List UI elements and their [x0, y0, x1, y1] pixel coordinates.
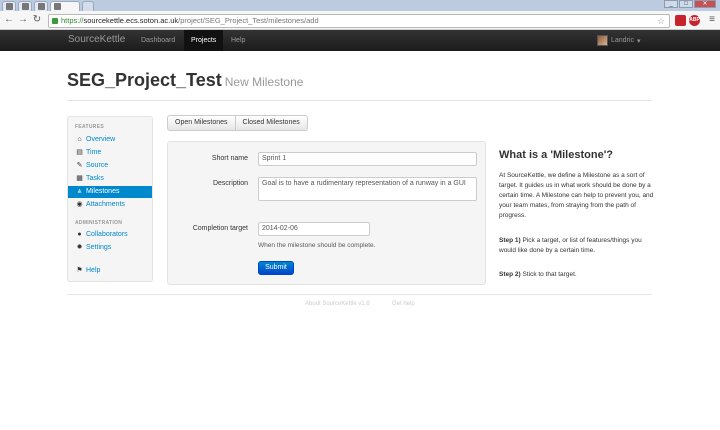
- sidebar-item-label: Settings: [86, 244, 112, 251]
- file-icon: ▦: [76, 175, 83, 182]
- browser-tab-strip: _ □ ✕: [0, 0, 720, 11]
- browser-tab[interactable]: [18, 1, 32, 11]
- extension-icon[interactable]: [675, 15, 686, 26]
- sidebar-item-label: Overview: [86, 136, 116, 143]
- app-navbar: SourceKettle Dashboard Projects Help Lan…: [0, 30, 720, 51]
- footer-help-link[interactable]: Get help: [392, 301, 415, 307]
- sidebar-item-overview[interactable]: ⌂ Overview: [68, 134, 152, 146]
- step-1-label: Step 1): [499, 237, 521, 244]
- sidebar-header-features: FEATURES: [75, 124, 104, 130]
- sidebar-item-collaborators[interactable]: ● Collaborators: [68, 229, 152, 241]
- completion-target-help: When the milestone should be complete.: [258, 242, 376, 249]
- step-1-text: Pick a target, or list of features/thing…: [499, 237, 642, 254]
- nav-projects[interactable]: Projects: [184, 30, 224, 51]
- reload-icon[interactable]: ↻: [31, 14, 43, 26]
- sidebar-item-help[interactable]: ⚑ Help: [68, 265, 152, 277]
- nav-dashboard[interactable]: Dashboard: [134, 30, 182, 51]
- short-name-input[interactable]: Sprint 1: [258, 152, 477, 166]
- window-controls: _ □ ✕: [664, 0, 716, 9]
- user-icon: ●: [77, 231, 82, 238]
- flag-icon: ⚑: [76, 267, 83, 274]
- sidebar-item-label: Help: [86, 267, 101, 274]
- page-title: SEG_Project_Test New Milestone: [67, 70, 303, 91]
- maximize-button[interactable]: □: [679, 0, 693, 8]
- forward-icon[interactable]: →: [17, 14, 29, 26]
- tab-favicon-icon: [38, 3, 45, 10]
- new-tab-button[interactable]: [82, 1, 94, 11]
- browser-toolbar: ← → ↻ https://sourcekettle.ecs.soton.ac.…: [0, 11, 720, 30]
- step-2-label: Step 2): [499, 271, 521, 278]
- completion-target-input[interactable]: 2014-02-06: [258, 222, 370, 236]
- project-name: SEG_Project_Test: [67, 70, 222, 90]
- sidebar-item-label: Milestones: [86, 188, 120, 195]
- tab-closed-milestones[interactable]: Closed Milestones: [235, 115, 308, 131]
- sidebar-item-tasks[interactable]: ▦ Tasks: [68, 173, 152, 185]
- sidebar-header-administration: ADMINISTRATION: [75, 220, 123, 226]
- browser-menu-icon[interactable]: ≡: [709, 14, 715, 25]
- description-textarea[interactable]: Goal is to have a rudimentary representa…: [258, 177, 477, 201]
- lock-icon: [52, 18, 58, 24]
- bookmark-star-icon[interactable]: ☆: [657, 15, 665, 27]
- tab-favicon-icon: [6, 3, 13, 10]
- project-sidebar: FEATURES ⌂ Overview ▤ Time ✎ Source ▦ Tasks …: [67, 116, 153, 282]
- sidebar-item-source[interactable]: ✎ Source: [68, 160, 152, 172]
- adblock-plus-icon[interactable]: ABP: [689, 15, 700, 26]
- page-subtitle: New Milestone: [224, 75, 304, 89]
- help-intro: At SourceKettle, we define a Milestone a…: [499, 172, 654, 219]
- user-menu[interactable]: Landric ▾: [597, 35, 640, 46]
- tab-open-milestones[interactable]: Open Milestones: [167, 115, 236, 131]
- sidebar-item-time[interactable]: ▤ Time: [68, 147, 152, 159]
- nav-help[interactable]: Help: [224, 30, 252, 51]
- submit-button[interactable]: Submit: [258, 261, 294, 275]
- sidebar-item-label: Time: [86, 149, 102, 156]
- github-icon: [22, 3, 29, 10]
- caret-down-icon: ▾: [636, 37, 641, 45]
- help-title: What is a 'Milestone'?: [499, 149, 614, 161]
- url-path: /project/SEG_Project_Test/milestones/add: [178, 16, 319, 25]
- cog-icon: ✹: [76, 244, 83, 251]
- milestone-form: Short name Sprint 1 Description Goal is …: [167, 141, 486, 285]
- sidebar-item-settings[interactable]: ✹ Settings: [68, 242, 152, 254]
- footer-divider: [67, 294, 652, 295]
- url-scheme: https://: [61, 16, 84, 25]
- step-2-text: Stick to that target.: [522, 271, 577, 278]
- back-icon[interactable]: ←: [3, 14, 15, 26]
- disc-icon: ◉: [76, 201, 83, 208]
- header-divider: [67, 100, 652, 101]
- url-host: sourcekettle.ecs.soton.ac.uk: [83, 16, 179, 25]
- sidebar-item-attachments[interactable]: ◉ Attachments: [68, 199, 152, 211]
- pencil-icon: ✎: [76, 162, 83, 169]
- browser-tab[interactable]: [34, 1, 48, 11]
- sourcekettle-favicon-icon: [54, 3, 61, 10]
- sidebar-item-label: Tasks: [86, 175, 104, 182]
- road-icon: ⩓: [77, 188, 82, 195]
- sidebar-item-label: Collaborators: [86, 231, 128, 238]
- sidebar-item-milestones[interactable]: ⩓ Milestones: [68, 186, 152, 198]
- completion-target-label: Completion target: [192, 225, 248, 232]
- brand-logo[interactable]: SourceKettle: [68, 34, 125, 45]
- footer-about-link[interactable]: About SourceKettle v1.6: [305, 301, 370, 307]
- milestone-tabs: Open Milestones Closed Milestones: [167, 115, 308, 131]
- minimize-button[interactable]: _: [664, 0, 678, 8]
- short-name-label: Short name: [211, 155, 248, 162]
- home-icon: ⌂: [77, 136, 82, 143]
- sidebar-item-label: Source: [86, 162, 109, 169]
- help-step-1: Step 1) Pick a target, or list of featur…: [499, 236, 654, 256]
- username: Landric: [611, 37, 634, 44]
- book-icon: ▤: [76, 149, 83, 156]
- description-label: Description: [212, 180, 248, 187]
- sidebar-item-label: Attachments: [86, 201, 125, 208]
- avatar: [597, 35, 608, 46]
- close-window-button[interactable]: ✕: [694, 0, 716, 8]
- address-bar[interactable]: https://sourcekettle.ecs.soton.ac.uk/pro…: [48, 14, 670, 28]
- browser-tab[interactable]: [2, 1, 16, 11]
- browser-tab-active[interactable]: [50, 1, 80, 11]
- help-step-2: Step 2) Stick to that target.: [499, 270, 654, 280]
